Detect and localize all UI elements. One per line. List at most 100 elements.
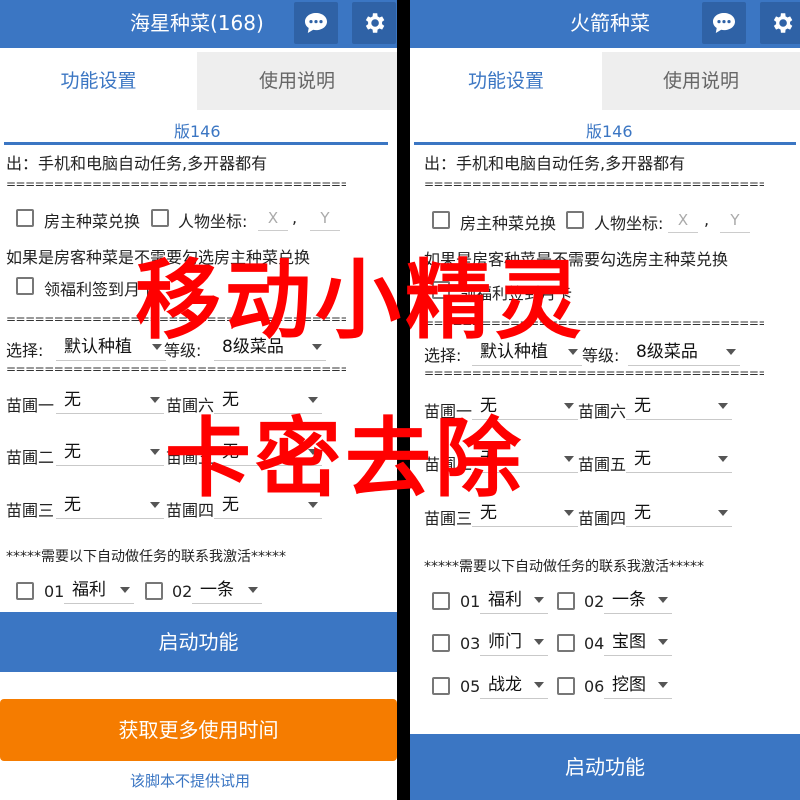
task-checkbox[interactable]	[557, 677, 575, 695]
task-checkbox[interactable]	[145, 582, 163, 600]
app-title: 海星种菜(168)	[130, 11, 264, 35]
plot-label: 苗圃三	[6, 501, 55, 520]
tab-instructions[interactable]: 使用说明	[602, 52, 800, 110]
task-checkbox[interactable]	[432, 634, 450, 652]
task-select[interactable]: 师门	[480, 628, 548, 656]
task-select[interactable]: 一条	[192, 576, 262, 604]
task-select[interactable]: 挖图	[604, 671, 672, 699]
task-checkbox[interactable]	[557, 592, 575, 610]
task-number: 03	[460, 634, 481, 653]
start-button[interactable]: 启动功能	[0, 612, 397, 672]
task-select-value: 战龙	[488, 675, 522, 695]
task-select-value: 福利	[72, 580, 106, 600]
chat-icon	[305, 13, 327, 33]
task-checkbox[interactable]	[432, 677, 450, 695]
separator: =======================================	[6, 362, 346, 376]
checkin-checkbox[interactable]	[16, 277, 34, 295]
activation-text: *****需要以下自动做任务的联系我激活*****	[6, 549, 286, 565]
task-select-value: 一条	[200, 580, 234, 600]
task-select[interactable]: 战龙	[480, 671, 548, 699]
chat-button[interactable]	[294, 2, 338, 44]
plot-label: 苗圃六	[578, 402, 627, 421]
task-checkbox[interactable]	[16, 582, 34, 600]
tab-instructions[interactable]: 使用说明	[197, 52, 397, 110]
plot-select[interactable]: 无	[56, 438, 164, 466]
chat-icon	[713, 13, 735, 33]
separator: =======================================	[6, 177, 346, 191]
task-number: 01	[460, 592, 481, 611]
no-trial-link[interactable]: 该脚本不提供试用	[130, 770, 250, 791]
select-label: 选择:	[6, 341, 44, 360]
plot-select-value: 无	[64, 495, 81, 515]
task-number: 06	[584, 677, 605, 696]
plot-label: 苗圃二	[6, 448, 55, 467]
watermark-line1: 移动小精灵	[135, 251, 585, 351]
y-input[interactable]: Y	[310, 205, 340, 231]
task-select-value: 福利	[488, 590, 522, 610]
app-header: 火箭种菜	[410, 0, 800, 48]
settings-button[interactable]	[760, 2, 800, 44]
task-select-value: 一条	[612, 590, 646, 610]
x-input[interactable]: X	[258, 205, 288, 231]
task-select-value: 师门	[488, 632, 522, 652]
task-select[interactable]: 宝图	[604, 628, 672, 656]
start-button[interactable]: 启动功能	[410, 734, 800, 800]
settings-button[interactable]	[352, 2, 396, 44]
chat-button[interactable]	[702, 2, 746, 44]
tab-bar: 功能设置 使用说明	[0, 52, 397, 110]
task-select[interactable]: 福利	[64, 576, 134, 604]
task-number: 02	[584, 592, 605, 611]
level-label: 等级:	[582, 346, 620, 365]
plot-select[interactable]: 无	[56, 386, 164, 414]
version-divider	[414, 142, 796, 145]
plot-select[interactable]: 无	[626, 392, 732, 420]
coord-checkbox[interactable]	[151, 209, 169, 227]
task-number: 05	[460, 677, 481, 696]
task-select-value: 宝图	[612, 632, 646, 652]
task-checkbox[interactable]	[432, 592, 450, 610]
app-title: 火箭种菜	[570, 11, 650, 35]
description-text: 出：手机和电脑自动任务,多开器都有	[6, 154, 268, 173]
tab-bar: 功能设置 使用说明	[410, 52, 800, 110]
separator: =======================================	[424, 177, 764, 191]
x-input[interactable]: X	[668, 207, 698, 233]
tab-settings[interactable]: 功能设置	[0, 52, 197, 110]
gear-icon	[773, 13, 793, 33]
plot-select-value: 无	[634, 449, 651, 469]
comma-text: ,	[704, 210, 710, 229]
more-time-button[interactable]: 获取更多使用时间	[0, 699, 397, 761]
plot-select-value: 无	[634, 503, 651, 523]
mode-select-value: 默认种植	[64, 337, 132, 357]
plot-select[interactable]: 无	[56, 491, 164, 519]
task-number: 01	[44, 582, 65, 601]
task-number: 02	[172, 582, 193, 601]
exchange-checkbox[interactable]	[432, 211, 450, 229]
version-label: 版146	[174, 122, 221, 141]
watermark-line2: 卡密去除	[165, 409, 525, 509]
plot-select[interactable]: 无	[626, 499, 732, 527]
task-select[interactable]: 福利	[480, 586, 548, 614]
coord-label: 人物坐标:	[178, 212, 248, 231]
plot-label: 苗圃五	[578, 455, 627, 474]
level-select-value: 8级菜品	[636, 342, 698, 362]
plot-select-value: 无	[634, 396, 651, 416]
plot-select[interactable]: 无	[626, 445, 732, 473]
task-number: 04	[584, 634, 605, 653]
y-input[interactable]: Y	[720, 207, 750, 233]
exchange-checkbox[interactable]	[16, 209, 34, 227]
plot-select-value: 无	[64, 390, 81, 410]
plot-label: 苗圃一	[6, 396, 55, 415]
separator: =======================================	[424, 366, 764, 380]
description-text: 出：手机和电脑自动任务,多开器都有	[424, 154, 686, 173]
plot-label: 苗圃四	[578, 509, 627, 528]
task-select[interactable]: 一条	[604, 586, 672, 614]
gear-icon	[365, 13, 385, 33]
task-checkbox[interactable]	[557, 634, 575, 652]
coord-label: 人物坐标:	[594, 214, 664, 233]
version-label: 版146	[586, 122, 633, 141]
plot-select-value: 无	[64, 442, 81, 462]
level-select[interactable]: 8级菜品	[628, 338, 740, 366]
tab-settings[interactable]: 功能设置	[410, 52, 602, 110]
task-select-value: 挖图	[612, 675, 646, 695]
coord-checkbox[interactable]	[566, 211, 584, 229]
